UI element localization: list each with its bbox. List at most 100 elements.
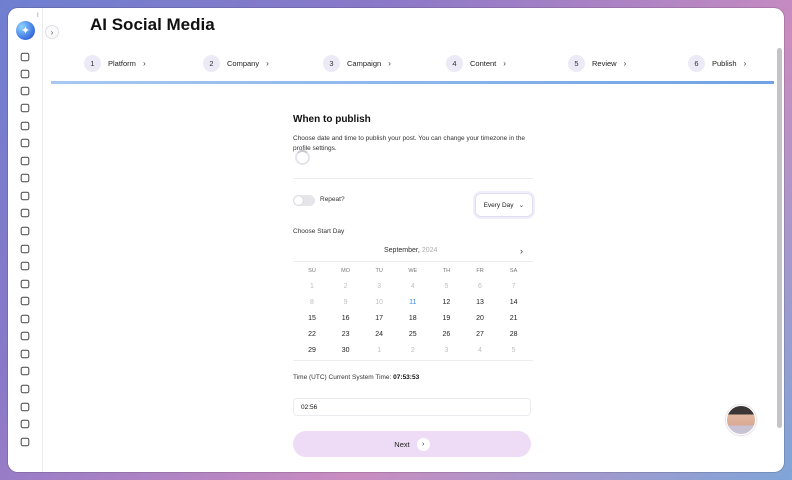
chevron-right-icon: › [142,58,146,68]
laptop-icon[interactable] [20,331,30,341]
start-day-label: Choose Start Day [293,228,345,235]
briefcase-icon[interactable] [20,419,30,429]
pulse-icon[interactable] [20,349,30,359]
chevron-right-icon: › [388,58,391,68]
palette-icon[interactable] [20,69,30,79]
calendar-day[interactable]: 5 [497,347,531,357]
next-button-label: Next [394,439,410,449]
calendar-icon[interactable] [20,208,30,218]
divider [293,261,533,262]
checklist-icon[interactable] [20,156,30,166]
weekday-label: FR [476,268,484,274]
chevron-right-icon[interactable]: › [520,246,523,256]
chat-icon[interactable] [20,173,30,183]
step-platform[interactable]: 1 Platform › [84,54,146,72]
scrollbar-thumb[interactable] [777,48,782,428]
calendar-day[interactable]: 18 [396,315,430,325]
step-number: 4 [446,54,463,72]
time-input[interactable]: 02:56 [293,398,531,416]
calendar-day[interactable]: 29 [295,347,329,357]
sidebar-collapse-button[interactable]: › [45,25,59,39]
clipboard-icon[interactable] [20,366,30,376]
weekday-label: WE [408,268,418,274]
step-publish[interactable]: 6 Publish › [688,54,746,72]
calendar-day[interactable]: 6 [463,283,497,293]
grid-icon[interactable] [20,52,30,62]
calendar-day[interactable]: 27 [463,331,497,341]
calendar-day[interactable]: 8 [295,299,329,309]
monitor-icon[interactable] [20,191,30,201]
step-label: Content [470,58,497,68]
calendar-day[interactable]: 24 [362,331,396,341]
mail-icon[interactable] [20,296,30,306]
document-icon[interactable] [20,226,30,236]
calendar-day[interactable]: 11 [396,299,430,309]
calendar-day[interactable]: 2 [396,347,430,357]
calendar-day[interactable]: 4 [463,347,497,357]
avatar[interactable] [726,405,756,435]
calendar-day[interactable]: 3 [429,347,463,357]
users-icon[interactable] [20,86,30,96]
step-review[interactable]: 5 Review › [568,54,626,72]
weekday-label: TU [375,268,383,274]
step-company[interactable]: 2 Company › [203,54,269,72]
megaphone-icon[interactable] [20,121,30,131]
step-number: 1 [84,54,101,72]
chevron-down-icon: ⌄ [518,202,525,209]
section-description: Choose date and time to publish your pos… [293,135,525,152]
calendar-day[interactable]: 4 [396,283,430,293]
chevron-right-icon: › [623,58,627,68]
step-content[interactable]: 4 Content › [446,54,506,72]
calendar-day[interactable]: 25 [396,331,430,341]
refresh-icon[interactable] [20,384,30,394]
loading-spinner-icon [295,150,310,165]
step-label: Platform [108,58,136,68]
menu-icon[interactable] [20,402,30,412]
calendar-month: September, [384,247,420,254]
calendar-day[interactable]: 15 [295,315,329,325]
calendar-day[interactable]: 17 [362,315,396,325]
calendar-year: 2024 [421,247,438,254]
calendar-day[interactable]: 30 [329,347,363,357]
divider [293,360,533,361]
stepper: 1 Platform › 2 Company › 3 Campaign › 4 … [74,54,774,76]
calendar-day[interactable]: 20 [463,315,497,325]
calendar-header: September, 2024 › [293,246,533,258]
calendar-day[interactable]: 3 [362,283,396,293]
logo-badge: I [37,13,39,19]
calendar-day[interactable]: 9 [329,299,363,309]
sixty-icon[interactable] [20,103,30,113]
sparkle-icon[interactable]: ✦ [16,21,35,40]
chevron-right-icon: › [743,58,747,68]
step-campaign[interactable]: 3 Campaign › [323,54,391,72]
calendar-day[interactable]: 14 [497,299,531,309]
network-icon[interactable] [20,437,30,447]
calendar-day[interactable]: 23 [329,331,363,341]
card-icon[interactable] [20,279,30,289]
calendar-day[interactable]: 1 [295,283,329,293]
repeat-toggle[interactable] [293,195,315,206]
calendar-day[interactable]: 10 [362,299,396,309]
at-icon[interactable] [20,138,30,148]
calendar-day[interactable]: 22 [295,331,329,341]
keyboard-icon[interactable] [20,314,30,324]
arrow-right-icon: › [416,437,430,451]
step-number: 5 [568,54,585,72]
pen-icon[interactable] [20,244,30,254]
calendar-day[interactable]: 21 [497,315,531,325]
calendar-day[interactable]: 28 [497,331,531,341]
frequency-select[interactable]: Every Day ⌄ [475,193,533,217]
calendar-day[interactable]: 13 [463,299,497,309]
dollar-icon[interactable] [20,261,30,271]
calendar-day[interactable]: 26 [429,331,463,341]
calendar-day[interactable]: 7 [497,283,531,293]
calendar-day[interactable]: 1 [362,347,396,357]
calendar-day[interactable]: 19 [429,315,463,325]
next-button[interactable]: Next › [293,431,531,457]
calendar-day[interactable]: 16 [329,315,363,325]
calendar-day[interactable]: 2 [329,283,363,293]
calendar-day[interactable]: 12 [429,299,463,309]
weekday-label: MO [341,268,351,274]
step-label: Publish [712,58,737,68]
calendar-day[interactable]: 5 [429,283,463,293]
